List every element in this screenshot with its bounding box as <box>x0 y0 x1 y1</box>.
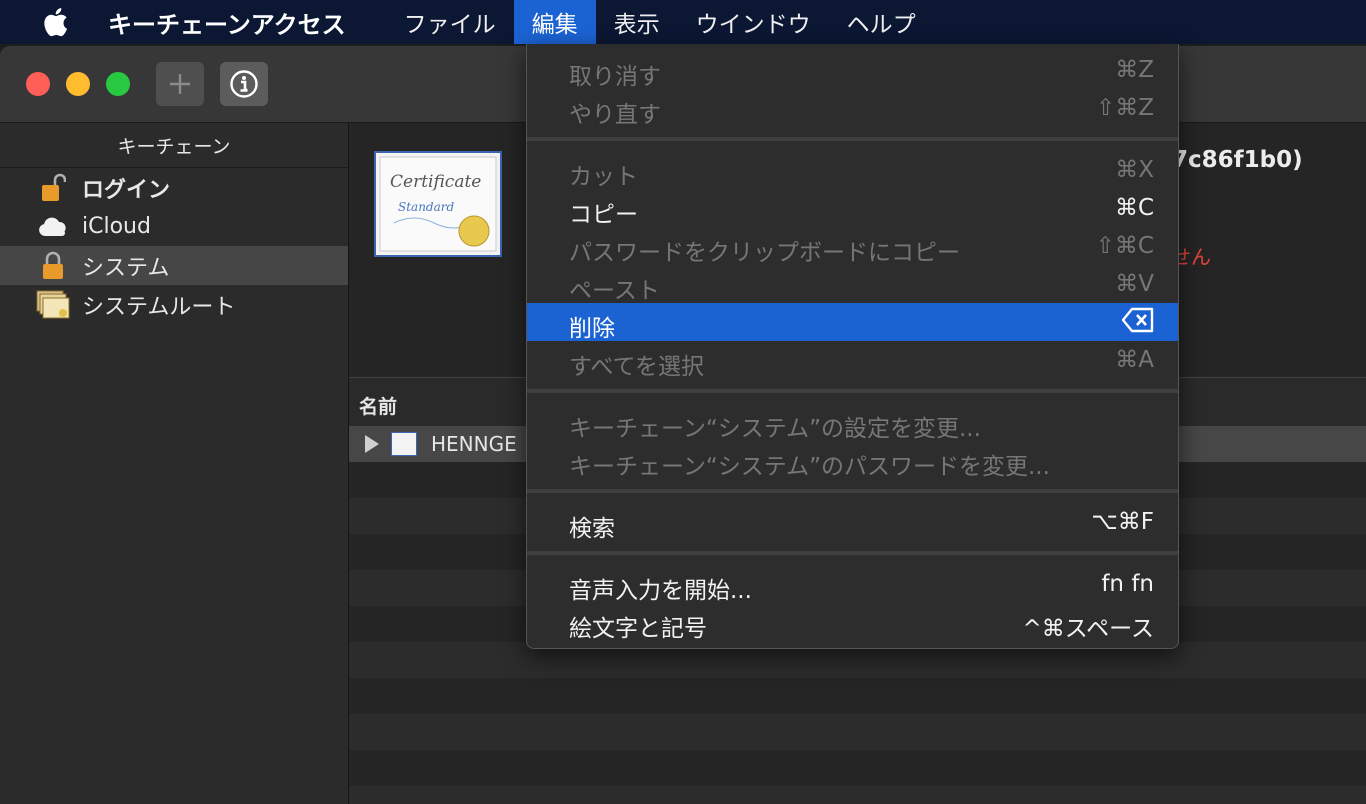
menu-help[interactable]: ヘルプ <box>829 0 934 44</box>
app-name-menu[interactable]: キーチェーンアクセス <box>108 5 346 40</box>
sidebar-item-icloud[interactable]: iCloud <box>0 207 348 246</box>
menu-separator <box>527 137 1178 141</box>
certificate-preview-icon: Certificate Standard <box>374 151 502 257</box>
certificate-icon <box>391 432 417 456</box>
column-header-name[interactable]: 名前 <box>359 392 397 419</box>
certificate-stack-icon <box>36 290 70 320</box>
menu-item-change-keychain-password[interactable]: キーチェーン“システム”のパスワードを変更... <box>527 441 1178 480</box>
get-info-button[interactable] <box>220 62 268 106</box>
disclosure-triangle-icon[interactable] <box>365 435 379 453</box>
certificate-standard-word: Standard <box>398 200 454 214</box>
plus-icon <box>170 74 190 94</box>
sidebar-item-system-roots[interactable]: システムルート <box>0 285 348 324</box>
menu-item-delete[interactable]: 削除 <box>527 303 1178 342</box>
menu-view[interactable]: 表示 <box>596 0 678 44</box>
row-label: HENNGE <box>431 432 517 456</box>
apple-logo-icon[interactable] <box>40 7 70 37</box>
menu-item-find[interactable]: 検索 ⌥⌘F <box>527 503 1178 542</box>
menu-item-change-keychain-settings[interactable]: キーチェーン“システム”の設定を変更... <box>527 403 1178 442</box>
close-window-button[interactable] <box>26 72 50 96</box>
table-row <box>349 786 1366 804</box>
menu-file[interactable]: ファイル <box>386 0 514 44</box>
certificate-word: Certificate <box>390 172 481 192</box>
menu-item-copy[interactable]: コピー ⌘C <box>527 189 1178 228</box>
menu-edit[interactable]: 編集 <box>513 0 596 44</box>
certificate-title: 7c86f1b0) <box>1172 147 1303 173</box>
sidebar-item-login[interactable]: ログイン <box>0 168 348 207</box>
menu-separator <box>527 389 1178 393</box>
menu-item-undo[interactable]: 取り消す ⌘Z <box>527 51 1178 90</box>
sidebar-item-system[interactable]: システム <box>0 246 348 285</box>
sidebar-item-label: システムルート <box>82 294 236 320</box>
edit-menu-dropdown: 取り消す ⌘Z やり直す ⇧⌘Z カット ⌘X コピー ⌘C パスワードをクリッ… <box>526 44 1179 649</box>
menu-item-redo[interactable]: やり直す ⇧⌘Z <box>527 89 1178 128</box>
menu-item-start-dictation[interactable]: 音声入力を開始... fn fn <box>527 565 1178 604</box>
menu-separator <box>527 489 1178 493</box>
sidebar-item-label: iCloud <box>82 214 151 239</box>
minimize-window-button[interactable] <box>66 72 90 96</box>
menu-item-paste[interactable]: ペースト ⌘V <box>527 265 1178 304</box>
table-row <box>349 678 1366 714</box>
unlocked-padlock-icon <box>36 173 70 203</box>
keychains-sidebar: キーチェーン ログイン iCloud システム システムルート <box>0 123 349 804</box>
sidebar-item-label: ログイン <box>82 177 171 203</box>
menu-item-select-all[interactable]: すべてを選択 ⌘A <box>527 341 1178 380</box>
add-item-button[interactable] <box>156 62 204 106</box>
menu-separator <box>527 551 1178 555</box>
menu-window[interactable]: ウインドウ <box>678 0 829 44</box>
table-row <box>349 750 1366 786</box>
menu-item-cut[interactable]: カット ⌘X <box>527 151 1178 190</box>
padlock-icon <box>36 251 70 281</box>
menu-bar: キーチェーンアクセス ファイル 編集 表示 ウインドウ ヘルプ <box>0 0 1366 44</box>
info-icon <box>230 70 258 98</box>
zoom-window-button[interactable] <box>106 72 130 96</box>
cloud-icon <box>36 212 70 242</box>
menu-item-emoji-symbols[interactable]: 絵文字と記号 ^⌘スペース <box>527 603 1178 642</box>
sidebar-header: キーチェーン <box>0 123 348 168</box>
table-row <box>349 714 1366 750</box>
menu-item-copy-password[interactable]: パスワードをクリップボードにコピー ⇧⌘C <box>527 227 1178 266</box>
sidebar-item-label: システム <box>82 255 170 281</box>
delete-key-icon <box>1121 307 1154 339</box>
